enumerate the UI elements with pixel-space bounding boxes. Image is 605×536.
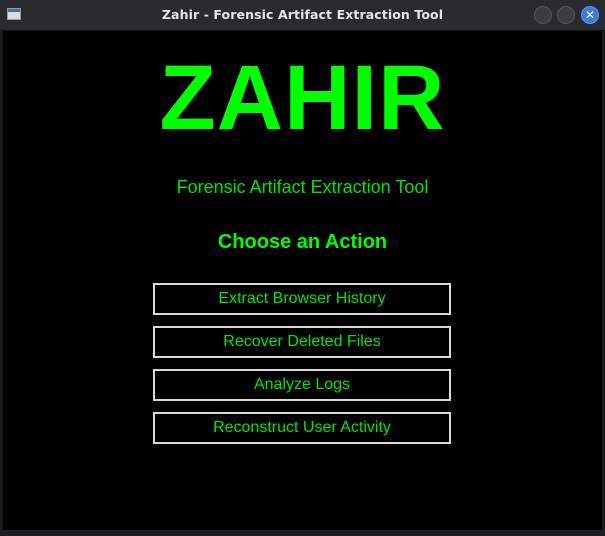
window-bottom-border [0,530,605,536]
extract-browser-history-button[interactable]: Extract Browser History [153,283,451,315]
analyze-logs-button[interactable]: Analyze Logs [153,369,451,401]
action-heading: Choose an Action [217,231,388,253]
main-panel: ZAHIR Forensic Artifact Extraction Tool … [3,31,602,530]
window-title: Zahir - Forensic Artifact Extraction Too… [161,7,444,22]
app-subtitle: Forensic Artifact Extraction Tool [176,177,429,197]
minimize-button[interactable] [534,6,552,24]
maximize-button[interactable] [557,6,575,24]
app-window: Zahir - Forensic Artifact Extraction Too… [0,0,605,536]
app-logo: ZAHIR [159,47,446,149]
close-button[interactable]: ✕ [581,6,599,24]
reconstruct-user-activity-button[interactable]: Reconstruct User Activity [153,412,451,444]
close-icon: ✕ [584,8,596,22]
title-bar[interactable]: Zahir - Forensic Artifact Extraction Too… [0,0,605,31]
recover-deleted-files-button[interactable]: Recover Deleted Files [153,326,451,358]
